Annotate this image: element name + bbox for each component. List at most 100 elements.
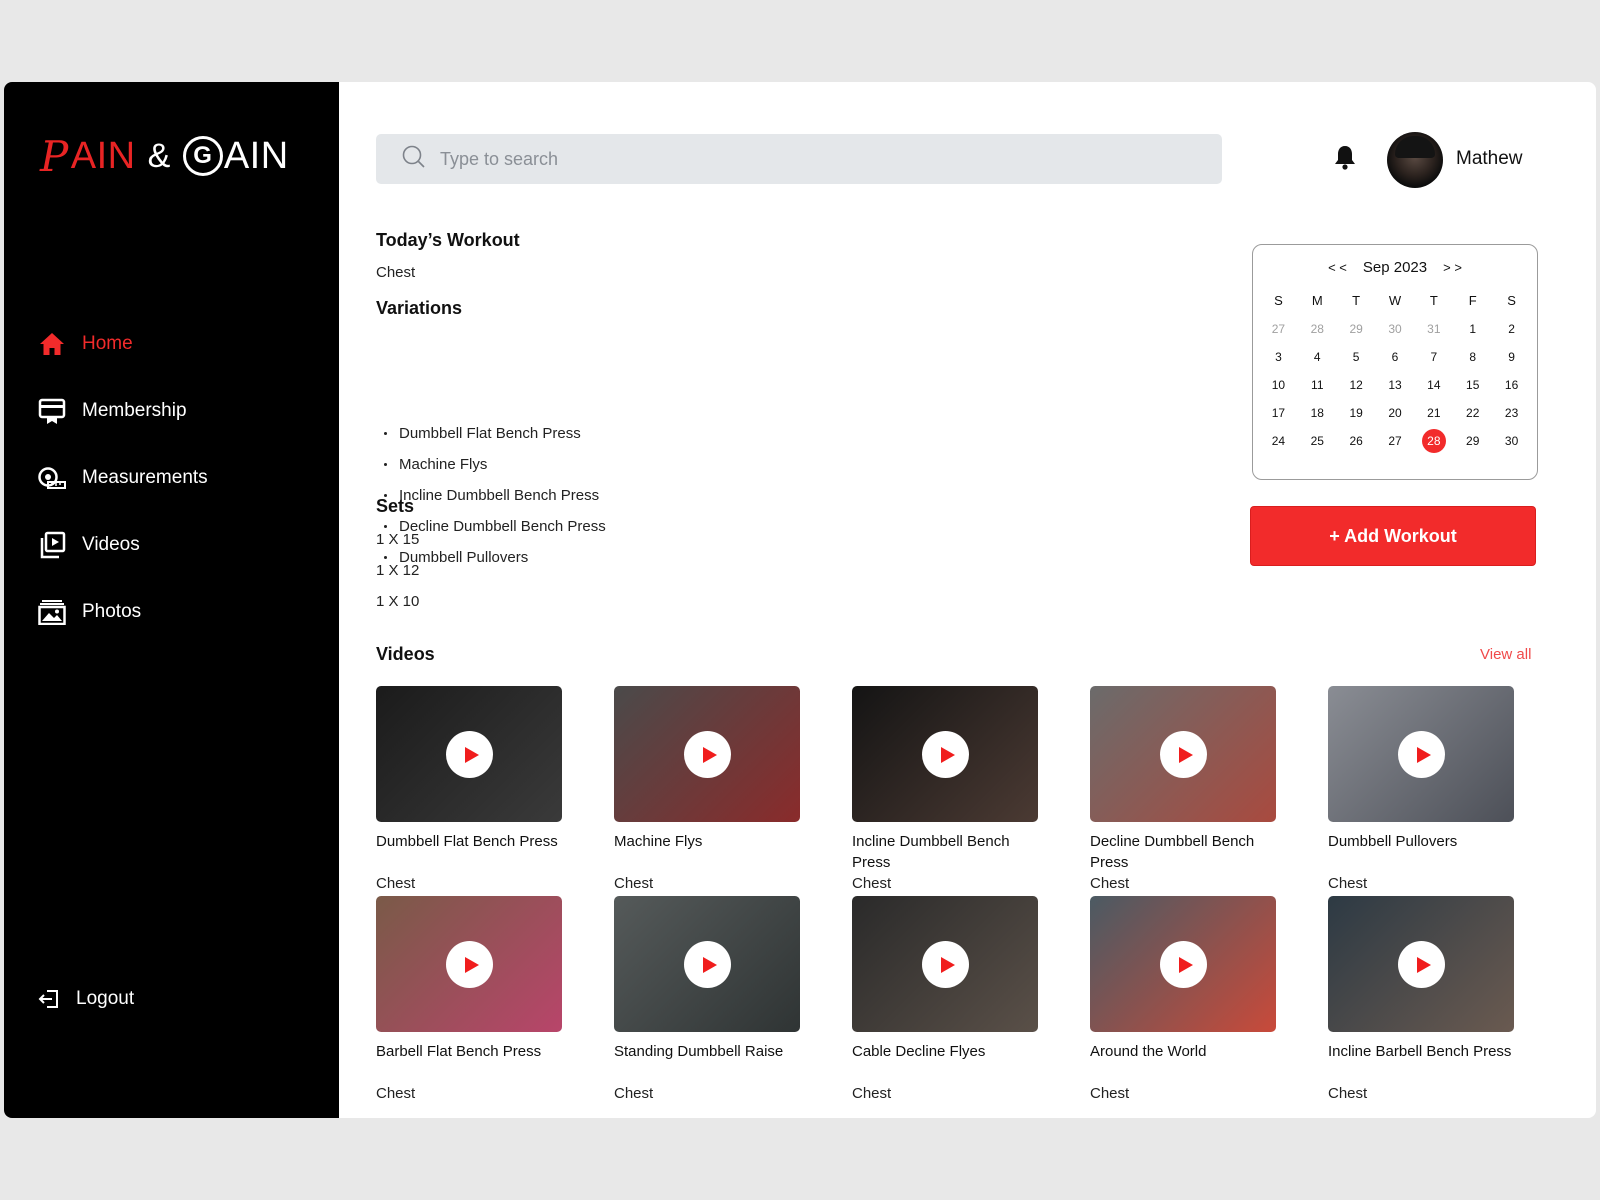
- calendar-day[interactable]: 16: [1492, 371, 1531, 399]
- calendar-day[interactable]: 29: [1337, 315, 1376, 343]
- sidebar-item-membership[interactable]: Membership: [36, 377, 326, 444]
- video-title[interactable]: Decline Dumbbell Bench Press: [1090, 831, 1276, 873]
- calendar-day[interactable]: 7: [1414, 343, 1453, 371]
- sidebar-item-videos[interactable]: Videos: [36, 511, 326, 578]
- video-title[interactable]: Around the World: [1090, 1041, 1276, 1083]
- calendar-day[interactable]: 29: [1453, 427, 1492, 455]
- play-icon[interactable]: [922, 941, 969, 988]
- video-title[interactable]: Barbell Flat Bench Press: [376, 1041, 562, 1083]
- play-icon[interactable]: [1160, 731, 1207, 778]
- video-thumbnail[interactable]: [376, 896, 562, 1032]
- sidebar-item-label: Measurements: [82, 466, 208, 488]
- calendar-next-button[interactable]: > >: [1443, 260, 1462, 275]
- calendar-day[interactable]: 4: [1298, 343, 1337, 371]
- play-icon[interactable]: [446, 731, 493, 778]
- video-thumbnail[interactable]: [1328, 686, 1514, 822]
- calendar-month: Sep 2023: [1362, 258, 1428, 276]
- calendar-day[interactable]: 26: [1337, 427, 1376, 455]
- calendar-day[interactable]: 20: [1376, 399, 1415, 427]
- play-icon[interactable]: [1160, 941, 1207, 988]
- calendar-day[interactable]: 3: [1259, 343, 1298, 371]
- sidebar-item-photos[interactable]: Photos: [36, 578, 326, 645]
- calendar-day[interactable]: 14: [1414, 371, 1453, 399]
- video-thumbnail[interactable]: [376, 686, 562, 822]
- notification-bell-icon[interactable]: [1334, 144, 1362, 174]
- video-title[interactable]: Cable Decline Flyes: [852, 1041, 1038, 1083]
- video-title[interactable]: Incline Barbell Bench Press: [1328, 1041, 1514, 1083]
- video-title[interactable]: Standing Dumbbell Raise: [614, 1041, 800, 1083]
- calendar-day[interactable]: 17: [1259, 399, 1298, 427]
- calendar-day[interactable]: 25: [1298, 427, 1337, 455]
- video-thumbnail[interactable]: [1328, 896, 1514, 1032]
- video-thumbnail[interactable]: [614, 896, 800, 1032]
- avatar[interactable]: [1387, 132, 1443, 188]
- calendar-day[interactable]: 21: [1414, 399, 1453, 427]
- video-title[interactable]: Dumbbell Flat Bench Press: [376, 831, 562, 873]
- calendar-day[interactable]: 27: [1259, 315, 1298, 343]
- video-card[interactable]: Machine Flys Chest: [614, 686, 800, 894]
- calendar-day[interactable]: 19: [1337, 399, 1376, 427]
- calendar-day[interactable]: 30: [1376, 315, 1415, 343]
- play-icon[interactable]: [1398, 941, 1445, 988]
- calendar-day[interactable]: 6: [1376, 343, 1415, 371]
- calendar-day[interactable]: 18: [1298, 399, 1337, 427]
- calendar-day[interactable]: 28: [1298, 315, 1337, 343]
- logout-label: Logout: [76, 988, 135, 1009]
- video-title[interactable]: Dumbbell Pullovers: [1328, 831, 1514, 873]
- sidebar-item-home[interactable]: Home: [36, 310, 326, 377]
- calendar-day[interactable]: 30: [1492, 427, 1531, 455]
- video-card[interactable]: Incline Barbell Bench Press Chest: [1328, 896, 1514, 1104]
- videos-title: Videos: [376, 644, 435, 664]
- video-thumbnail[interactable]: [852, 896, 1038, 1032]
- video-title[interactable]: Incline Dumbbell Bench Press: [852, 831, 1038, 873]
- calendar-day[interactable]: 13: [1376, 371, 1415, 399]
- video-thumbnail[interactable]: [1090, 686, 1276, 822]
- calendar-day[interactable]: 23: [1492, 399, 1531, 427]
- calendar-day[interactable]: 24: [1259, 427, 1298, 455]
- calendar-day[interactable]: 8: [1453, 343, 1492, 371]
- video-category: Chest: [614, 1085, 654, 1102]
- membership-card-icon: [36, 395, 68, 427]
- video-category: Chest: [614, 875, 654, 892]
- video-card[interactable]: Barbell Flat Bench Press Chest: [376, 896, 562, 1104]
- video-library-icon: [36, 529, 68, 561]
- video-thumbnail[interactable]: [614, 686, 800, 822]
- calendar-day[interactable]: 5: [1337, 343, 1376, 371]
- view-all-link[interactable]: View all: [1480, 646, 1531, 663]
- calendar-day[interactable]: 1: [1453, 315, 1492, 343]
- calendar-day[interactable]: 11: [1298, 371, 1337, 399]
- calendar-day[interactable]: 10: [1259, 371, 1298, 399]
- video-card[interactable]: Cable Decline Flyes Chest: [852, 896, 1038, 1104]
- calendar-day[interactable]: 27: [1376, 427, 1415, 455]
- video-card[interactable]: Incline Dumbbell Bench Press Chest: [852, 686, 1038, 894]
- play-icon[interactable]: [446, 941, 493, 988]
- logo-ain-red: AIN: [70, 134, 136, 177]
- calendar-day-selected[interactable]: 28: [1414, 427, 1453, 455]
- video-card[interactable]: Dumbbell Pullovers Chest: [1328, 686, 1514, 894]
- brand-logo[interactable]: P AIN & G AIN: [40, 126, 289, 186]
- play-icon[interactable]: [684, 941, 731, 988]
- user-name[interactable]: Mathew: [1456, 148, 1523, 170]
- play-icon[interactable]: [684, 731, 731, 778]
- sidebar-item-measurements[interactable]: Measurements: [36, 444, 326, 511]
- video-card[interactable]: Standing Dumbbell Raise Chest: [614, 896, 800, 1104]
- video-card[interactable]: Decline Dumbbell Bench Press Chest: [1090, 686, 1276, 894]
- search-bar[interactable]: [376, 134, 1222, 184]
- video-card[interactable]: Dumbbell Flat Bench Press Chest: [376, 686, 562, 894]
- video-title[interactable]: Machine Flys: [614, 831, 800, 873]
- calendar-prev-button[interactable]: < <: [1328, 260, 1347, 275]
- calendar-day[interactable]: 15: [1453, 371, 1492, 399]
- calendar-day[interactable]: 31: [1414, 315, 1453, 343]
- play-icon[interactable]: [1398, 731, 1445, 778]
- calendar-day[interactable]: 22: [1453, 399, 1492, 427]
- play-icon[interactable]: [922, 731, 969, 778]
- logout-button[interactable]: Logout: [36, 986, 134, 1012]
- video-thumbnail[interactable]: [852, 686, 1038, 822]
- video-thumbnail[interactable]: [1090, 896, 1276, 1032]
- calendar-day[interactable]: 2: [1492, 315, 1531, 343]
- search-input[interactable]: [440, 148, 1140, 170]
- calendar-day[interactable]: 9: [1492, 343, 1531, 371]
- add-workout-button[interactable]: + Add Workout: [1250, 506, 1536, 566]
- calendar-day[interactable]: 12: [1337, 371, 1376, 399]
- video-card[interactable]: Around the World Chest: [1090, 896, 1276, 1104]
